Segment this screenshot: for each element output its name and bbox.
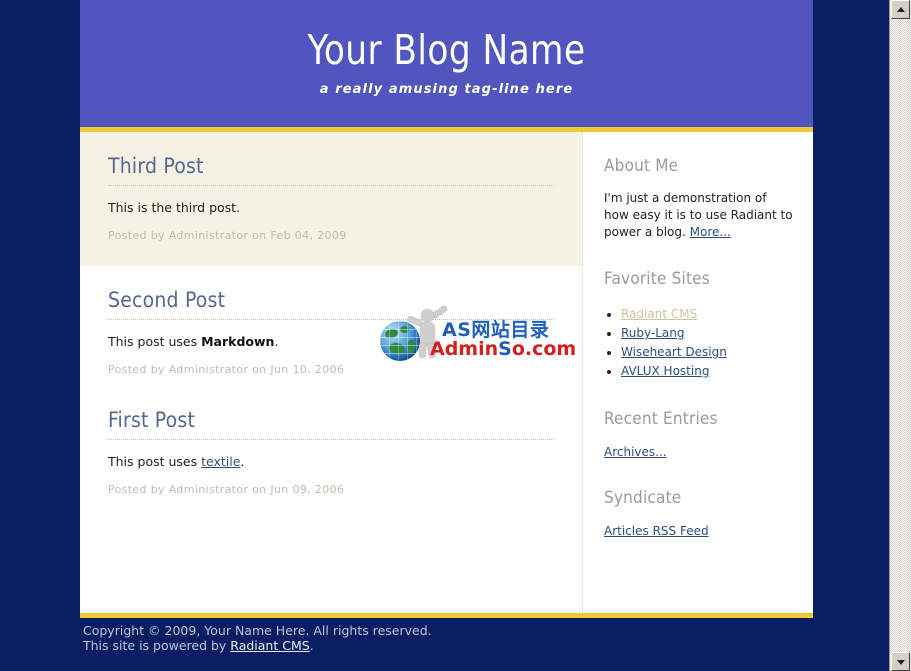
scroll-down-arrow-icon bbox=[896, 659, 905, 665]
rss-feed-link[interactable]: Articles RSS Feed bbox=[604, 524, 709, 538]
site-tagline: a really amusing tag-line here bbox=[319, 82, 574, 97]
post-meta: Posted by Administrator on Jun 09, 2006 bbox=[108, 483, 345, 496]
post-title[interactable]: Third Post bbox=[108, 154, 554, 186]
post-body: This post uses Markdown. bbox=[108, 320, 554, 351]
textile-link[interactable]: textile bbox=[201, 454, 240, 469]
list-item: AVLUX Hosting bbox=[621, 362, 793, 381]
post-entry: Second Post This post uses Markdown. Pos… bbox=[80, 266, 582, 386]
post-body-text-suffix: . bbox=[274, 334, 279, 349]
footer-powered-prefix: This site is powered by bbox=[83, 638, 231, 653]
site-footer: Copyright © 2009, Your Name Here. All ri… bbox=[80, 620, 813, 653]
post-title[interactable]: Second Post bbox=[108, 288, 554, 320]
list-item: Radiant CMS bbox=[621, 305, 793, 324]
scroll-up-arrow-icon bbox=[896, 6, 905, 12]
post-body-text: This is the third post. bbox=[108, 200, 241, 215]
favorite-link-radiant-cms[interactable]: Radiant CMS bbox=[621, 307, 697, 321]
post-entry: First Post This post uses textile. Poste… bbox=[80, 386, 582, 506]
sidebar-heading-favorite-sites: Favorite Sites bbox=[604, 269, 710, 289]
post-body: This post uses textile. bbox=[108, 440, 554, 471]
footer-radiant-cms-link[interactable]: Radiant CMS bbox=[230, 638, 309, 653]
scroll-down-button[interactable] bbox=[891, 652, 910, 671]
footer-powered-suffix: . bbox=[309, 638, 314, 653]
sidebar-heading-syndicate: Syndicate bbox=[604, 488, 682, 508]
post-body-text: This post uses bbox=[108, 334, 202, 349]
post-meta: Posted by Administrator on Feb 04, 2009 bbox=[108, 229, 347, 242]
post-meta: Posted by Administrator on Jun 10, 2006 bbox=[108, 363, 345, 376]
favorite-link-wiseheart-design[interactable]: Wiseheart Design bbox=[621, 345, 727, 359]
post-body: This is the third post. bbox=[108, 186, 554, 217]
browser-viewport: Your Blog Name a really amusing tag-line… bbox=[0, 0, 890, 671]
scroll-up-button[interactable] bbox=[891, 0, 910, 19]
sidebar-about-text: I'm just a demonstration of how easy it … bbox=[604, 190, 793, 241]
list-item: Wiseheart Design bbox=[621, 343, 793, 362]
footer-powered-by: This site is powered by Radiant CMS. bbox=[83, 638, 813, 653]
favorite-link-avlux-hosting[interactable]: AVLUX Hosting bbox=[621, 364, 709, 378]
post-body-bold: Markdown bbox=[201, 334, 275, 349]
favorite-link-ruby-lang[interactable]: Ruby-Lang bbox=[621, 326, 685, 340]
sidebar-heading-about-me: About Me bbox=[604, 156, 679, 176]
favorite-sites-list: Radiant CMS Ruby-Lang Wiseheart Design A… bbox=[604, 305, 793, 381]
post-body-text: This post uses bbox=[108, 454, 202, 469]
archives-link[interactable]: Archives... bbox=[604, 445, 667, 459]
list-item: Ruby-Lang bbox=[621, 324, 793, 343]
post-title[interactable]: First Post bbox=[108, 408, 554, 440]
page-container: Third Post This is the third post. Poste… bbox=[80, 127, 813, 618]
content-column: Third Post This is the third post. Poste… bbox=[80, 132, 583, 613]
sidebar: About Me I'm just a demonstration of how… bbox=[584, 132, 813, 613]
page-title: Your Blog Name bbox=[307, 26, 586, 74]
vertical-scrollbar[interactable] bbox=[889, 0, 911, 671]
sidebar-heading-recent-entries: Recent Entries bbox=[604, 409, 718, 429]
post-body-text-suffix: . bbox=[240, 454, 245, 469]
post-entry: Third Post This is the third post. Poste… bbox=[80, 132, 582, 266]
footer-copyright: Copyright © 2009, Your Name Here. All ri… bbox=[83, 623, 432, 638]
about-more-link[interactable]: More... bbox=[690, 225, 731, 239]
site-header: Your Blog Name a really amusing tag-line… bbox=[80, 0, 813, 127]
